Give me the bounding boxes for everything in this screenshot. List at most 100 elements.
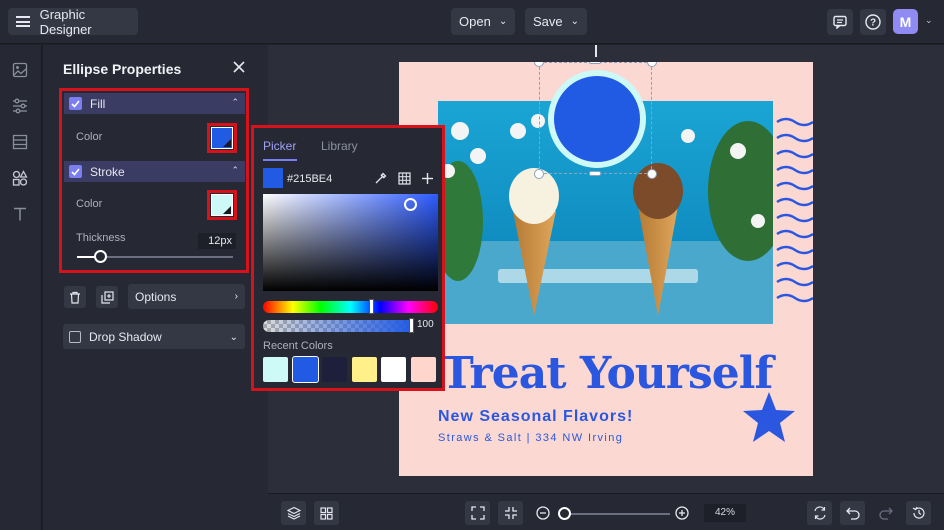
- shapes-icon[interactable]: [11, 169, 29, 187]
- fill-color-label: Color: [76, 131, 103, 143]
- color-picker-popover: Picker Library #215BE4 100 Recent Colors: [251, 125, 445, 391]
- text-icon[interactable]: [11, 205, 29, 223]
- app-title: Graphic Designer: [39, 6, 92, 37]
- refresh-icon: [813, 506, 826, 520]
- zoom-level[interactable]: 42%: [704, 504, 746, 522]
- grid-icon: [397, 171, 411, 185]
- hue-slider-handle[interactable]: [369, 299, 374, 314]
- recent-color-swatch[interactable]: [351, 357, 377, 382]
- star-icon: [743, 392, 795, 442]
- resize-handle-top[interactable]: [589, 62, 601, 64]
- image-icon[interactable]: [11, 61, 29, 79]
- zoom-slider-track[interactable]: [558, 513, 670, 515]
- duplicate-button[interactable]: [96, 286, 118, 308]
- grid-view-button[interactable]: [314, 501, 339, 525]
- stroke-section-header[interactable]: Stroke ⌃: [64, 161, 245, 182]
- recent-color-swatch[interactable]: [381, 357, 406, 382]
- checkmark-icon: [71, 99, 80, 108]
- avatar[interactable]: M: [893, 9, 918, 34]
- trash-icon: [70, 291, 80, 304]
- expand-icon: [470, 506, 485, 520]
- thickness-input[interactable]: 12px: [198, 233, 236, 249]
- app-menu-button[interactable]: Graphic Designer: [8, 6, 138, 37]
- redo-icon: [878, 507, 893, 520]
- layers-icon: [286, 506, 301, 520]
- address-text[interactable]: Straws & Salt | 334 NW Irving: [438, 432, 623, 444]
- resize-handle-bottom-right[interactable]: [647, 169, 657, 179]
- hex-input[interactable]: #215BE4: [285, 169, 339, 189]
- resize-handle-bottom-left[interactable]: [534, 169, 544, 179]
- tool-rail: [0, 45, 42, 530]
- fit-to-screen-button[interactable]: [465, 501, 490, 525]
- history-icon: [912, 506, 925, 519]
- alpha-slider-handle[interactable]: [409, 318, 414, 333]
- fill-section-header[interactable]: Fill ⌃: [64, 93, 245, 114]
- undo-icon: [845, 507, 860, 520]
- zoom-slider-handle[interactable]: [557, 507, 571, 520]
- grid-icon: [320, 506, 333, 520]
- subhead-text[interactable]: New Seasonal Flavors!: [438, 408, 633, 426]
- fill-label: Fill: [90, 96, 106, 111]
- saturation-value-handle[interactable]: [404, 198, 417, 211]
- wave-lines-decoration: [776, 117, 813, 303]
- recent-color-swatch[interactable]: [322, 357, 347, 382]
- resize-handle-bottom[interactable]: [589, 171, 601, 176]
- actual-size-button[interactable]: [498, 501, 523, 525]
- help-button[interactable]: ?: [860, 9, 886, 35]
- rotate-handle[interactable]: [595, 45, 597, 57]
- shrink-icon: [504, 507, 517, 519]
- adjustments-icon[interactable]: [11, 97, 29, 115]
- chevron-down-icon: ⌄: [570, 16, 580, 27]
- recent-color-swatch[interactable]: [410, 357, 436, 382]
- design-canvas[interactable]: Treat Yourself New Seasonal Flavors! Str…: [399, 62, 813, 476]
- redo-button[interactable]: [873, 501, 898, 525]
- stroke-checkbox[interactable]: [69, 165, 82, 178]
- tab-library[interactable]: Library: [321, 139, 358, 153]
- duplicate-icon: [100, 290, 114, 304]
- history-button[interactable]: [906, 501, 931, 525]
- active-tab-indicator: [263, 159, 297, 161]
- layers-button[interactable]: [281, 501, 306, 525]
- save-dropdown[interactable]: Save ⌄: [525, 8, 588, 35]
- open-dropdown[interactable]: Open ⌄: [451, 8, 516, 35]
- close-icon[interactable]: [232, 60, 246, 74]
- sync-button[interactable]: [807, 501, 832, 525]
- stroke-label: Stroke: [90, 164, 125, 179]
- undo-button[interactable]: [840, 501, 865, 525]
- options-button[interactable]: Options ›: [128, 284, 245, 309]
- add-color-button[interactable]: [417, 168, 437, 188]
- current-color-chip: [263, 168, 283, 188]
- tab-picker[interactable]: Picker: [263, 139, 296, 153]
- headline-text[interactable]: Treat Yourself: [441, 348, 773, 399]
- bottom-bar: 42%: [268, 493, 944, 530]
- recent-color-swatch[interactable]: [291, 356, 319, 383]
- selection-box: [539, 62, 652, 174]
- drop-shadow-toggle[interactable]: Drop Shadow ⌄: [63, 324, 245, 349]
- top-bar: Graphic Designer Open ⌄ Save ⌄ ? M ⌄: [0, 0, 944, 44]
- svg-text:?: ?: [870, 18, 876, 29]
- swatch-grid-button[interactable]: [394, 168, 414, 188]
- panel-title: Ellipse Properties: [63, 61, 182, 77]
- swatch-corner-icon: [223, 139, 231, 147]
- account-chevron-icon[interactable]: ⌄: [925, 15, 933, 26]
- eyedropper-button[interactable]: [371, 168, 391, 188]
- drop-shadow-checkbox[interactable]: [69, 330, 81, 343]
- recent-colors-label: Recent Colors: [263, 340, 333, 352]
- zoom-out-icon[interactable]: [536, 506, 550, 520]
- hue-slider[interactable]: [263, 301, 438, 313]
- fill-checkbox[interactable]: [69, 97, 82, 110]
- zoom-in-icon[interactable]: [675, 506, 689, 520]
- layout-icon[interactable]: [11, 133, 29, 151]
- alpha-slider[interactable]: [263, 320, 413, 332]
- swatch-corner-icon: [223, 206, 231, 214]
- properties-panel: Ellipse Properties Fill ⌃ Color Stroke ⌃…: [43, 45, 268, 530]
- delete-button[interactable]: [64, 286, 86, 308]
- comments-button[interactable]: [827, 9, 853, 35]
- chevron-up-icon[interactable]: ⌃: [231, 97, 239, 108]
- fill-color-swatch[interactable]: [211, 127, 233, 149]
- chevron-up-icon[interactable]: ⌃: [231, 165, 239, 176]
- help-icon: ?: [865, 14, 881, 30]
- recent-color-swatch[interactable]: [263, 357, 288, 382]
- comment-icon: [833, 15, 847, 29]
- stroke-color-swatch[interactable]: [211, 194, 233, 216]
